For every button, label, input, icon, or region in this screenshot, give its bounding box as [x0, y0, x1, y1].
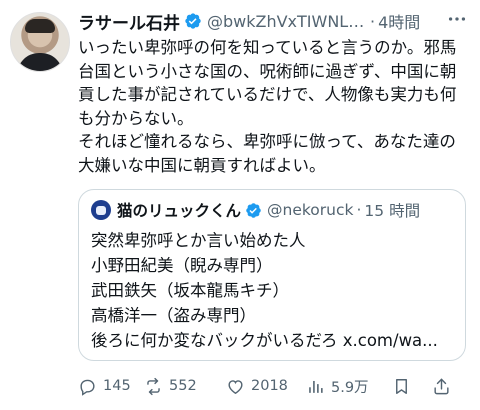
quoted-separator-dot: ·: [356, 201, 362, 219]
quoted-author-name[interactable]: 猫のリュックくん: [117, 199, 241, 221]
share-button[interactable]: [432, 377, 456, 396]
like-button[interactable]: 2018: [226, 377, 306, 396]
tweet-header: ラサール石井 @bwkZhVxTIWNLS… · 4時間: [78, 9, 468, 34]
bookmark-icon: [396, 378, 407, 394]
reply-button[interactable]: 145: [78, 377, 144, 396]
tweet[interactable]: ラサール石井 @bwkZhVxTIWNLS… · 4時間 いったい卑弥呼の何を知…: [0, 0, 480, 410]
author-avatar[interactable]: [10, 12, 70, 72]
like-count: 2018: [251, 378, 288, 394]
quoted-tweet-card[interactable]: 猫のリュックくん @nekoruck · 15 時間 突然卑弥呼とか言い始めた人…: [78, 189, 466, 361]
quoted-tweet-header: 猫のリュックくん @nekoruck · 15 時間: [91, 199, 420, 221]
quoted-author-avatar[interactable]: [91, 200, 111, 220]
avatar-hair: [25, 19, 55, 33]
analytics-icon: [309, 380, 323, 393]
repost-button[interactable]: 552: [144, 377, 226, 396]
views-button[interactable]: 5.9万: [306, 376, 392, 397]
repost-count: 552: [169, 378, 197, 394]
avatar-shoulders: [17, 53, 63, 71]
quoted-verified-badge-icon: [246, 202, 261, 218]
author-handle[interactable]: @bwkZhVxTIWNLS…: [207, 12, 367, 31]
reply-icon: [80, 379, 95, 396]
quoted-author-handle[interactable]: @nekoruck: [267, 201, 353, 219]
author-name[interactable]: ラサール石井: [78, 9, 180, 34]
share-icon: [434, 378, 449, 394]
more-options-icon[interactable]: [446, 8, 468, 30]
quoted-post-time[interactable]: 15 時間: [364, 199, 420, 221]
bookmark-button[interactable]: [392, 377, 432, 396]
repost-icon: [147, 377, 160, 395]
heart-icon: [228, 379, 243, 394]
reply-count: 145: [103, 378, 131, 394]
post-time[interactable]: 4時間: [378, 9, 420, 33]
quoted-tweet-text: 突然卑弥呼とか言い始めた人 小野田紀美（睨み専門） 武田鉄矢（坂本龍馬キチ） 高…: [91, 231, 438, 350]
tweet-body-text: いったい卑弥呼の何を知っていると言うのか。邪馬台国という小さな国の、呪術師に過ぎ…: [78, 38, 457, 175]
separator-dot: ·: [370, 11, 376, 31]
verified-badge-icon: [185, 13, 201, 29]
action-bar: 145 552 2018 5.9万: [78, 375, 470, 397]
view-count: 5.9万: [331, 379, 369, 396]
